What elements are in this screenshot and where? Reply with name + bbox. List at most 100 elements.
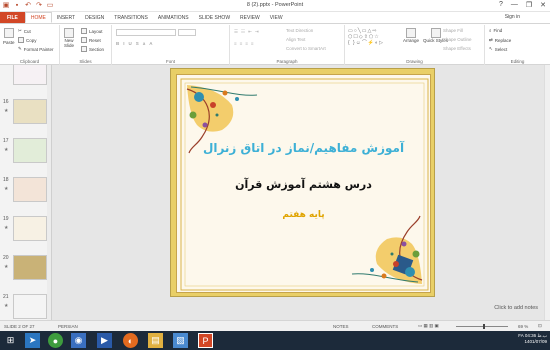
- shape-effects-button[interactable]: Shape Effects: [443, 46, 471, 51]
- minimize-button[interactable]: —: [511, 1, 518, 9]
- numbering-icon[interactable]: ☷: [241, 29, 245, 35]
- restore-button[interactable]: ❐: [526, 1, 532, 9]
- slide-grade[interactable]: پایه هفتم: [177, 210, 430, 220]
- zoom-slider-handle[interactable]: [483, 324, 485, 329]
- telegram-icon[interactable]: ➤: [25, 333, 40, 348]
- copy-icon: [18, 37, 24, 43]
- bullets-icon[interactable]: ☰: [234, 29, 238, 35]
- tray-date: 1401/07/09: [524, 339, 547, 344]
- underline-icon[interactable]: U: [129, 41, 132, 46]
- thumbnail-image: [13, 65, 47, 85]
- copy-button[interactable]: Copy: [18, 37, 37, 43]
- replace-icon: ⇄: [489, 37, 493, 42]
- network-app-icon[interactable]: ◉: [71, 333, 86, 348]
- tab-review[interactable]: REVIEW: [235, 12, 265, 23]
- justify-icon[interactable]: ≡: [251, 41, 254, 46]
- thumbnail-scrollbar[interactable]: [47, 65, 51, 320]
- alignment-buttons[interactable]: ≡ ≡ ≡ ≡: [234, 41, 254, 46]
- transition-star-icon: ★: [4, 225, 9, 231]
- editing-group: ⌕ Find ⇄ Replace ↖ Select Editing: [489, 28, 525, 64]
- firefox-icon[interactable]: ◐: [123, 333, 138, 348]
- new-slide-button[interactable]: New Slide: [64, 28, 74, 48]
- replace-button[interactable]: ⇄ Replace: [489, 37, 511, 43]
- language-indicator[interactable]: PERSIAN: [58, 324, 78, 329]
- arrange-button[interactable]: Arrange: [403, 28, 419, 43]
- tab-view[interactable]: VIEW: [265, 12, 288, 23]
- section-icon: [81, 46, 87, 52]
- paste-button[interactable]: Paste: [3, 28, 15, 45]
- list-buttons[interactable]: ☰ ☷ ⇤ ⇥: [234, 29, 259, 35]
- layout-button[interactable]: Layout: [81, 28, 103, 34]
- start-button-icon[interactable]: ⊞: [3, 333, 18, 348]
- shadow-icon[interactable]: a: [143, 41, 146, 46]
- notes-placeholder[interactable]: Click to add notes: [494, 305, 538, 311]
- tray-time: 04:36 ب.ظ: [524, 333, 547, 338]
- status-bar: SLIDE 2 OF 27 PERSIAN NOTES COMMENTS ▭ ▦…: [0, 320, 550, 331]
- view-buttons[interactable]: ▭ ▦ ▥ ▣: [418, 323, 439, 329]
- ribbon-tabs: FILE HOME INSERT DESIGN TRANSITIONS ANIM…: [0, 12, 550, 23]
- zoom-slider[interactable]: [456, 326, 508, 327]
- editor-scrollbar[interactable]: [544, 65, 550, 320]
- quick-styles-icon: [430, 28, 441, 38]
- slide-subtitle[interactable]: درس هشتم آموزش قرآن: [177, 178, 430, 191]
- select-button[interactable]: ↖ Select: [489, 46, 507, 52]
- strikethrough-icon[interactable]: S: [136, 41, 139, 46]
- font-name-box[interactable]: [116, 29, 176, 36]
- transition-star-icon: ★: [4, 264, 9, 270]
- new-slide-icon: [64, 28, 74, 38]
- window-title: 8 (2).pptx - PowerPoint: [246, 2, 304, 8]
- tab-home[interactable]: HOME: [24, 12, 52, 23]
- thumbnail-image: [13, 177, 47, 202]
- tab-file[interactable]: FILE: [0, 12, 25, 23]
- tab-insert[interactable]: INSERT: [52, 12, 80, 23]
- notes-button[interactable]: NOTES: [333, 324, 349, 329]
- shape-fill-button[interactable]: Shape Fill: [443, 28, 463, 33]
- tab-design[interactable]: DESIGN: [80, 12, 109, 23]
- reset-button[interactable]: Reset: [81, 37, 101, 43]
- current-slide[interactable]: آموزش مفاهیم/نماز در اتاق زنرال درس هشتم…: [170, 68, 435, 297]
- increase-indent-icon[interactable]: ⇥: [255, 29, 259, 35]
- cut-button[interactable]: ✂ Cut: [18, 28, 31, 34]
- font-size-box[interactable]: [178, 29, 196, 36]
- image-viewer-icon[interactable]: ▧: [173, 333, 188, 348]
- section-button[interactable]: Section: [81, 46, 104, 52]
- decrease-indent-icon[interactable]: ⇤: [248, 29, 252, 35]
- tab-animations[interactable]: ANIMATIONS: [153, 12, 194, 23]
- paste-icon: [3, 28, 14, 38]
- slide-title[interactable]: آموزش مفاهیم/نماز در اتاق زنرال: [177, 141, 430, 155]
- align-text-button[interactable]: Align Text: [286, 37, 305, 42]
- bold-icon[interactable]: B: [116, 41, 119, 46]
- align-left-icon[interactable]: ≡: [234, 41, 237, 46]
- italic-icon[interactable]: I: [123, 41, 124, 46]
- media-player-icon[interactable]: ▶: [97, 333, 112, 348]
- tab-slide-show[interactable]: SLIDE SHOW: [194, 12, 235, 23]
- zoom-level[interactable]: 69 %: [518, 324, 528, 329]
- help-button[interactable]: ?: [499, 1, 503, 9]
- tab-transitions[interactable]: TRANSITIONS: [109, 12, 153, 23]
- format-painter-button[interactable]: ✎ Format Painter: [18, 46, 54, 52]
- text-direction-button[interactable]: Text Direction: [286, 28, 313, 33]
- powerpoint-taskbar-icon[interactable]: P: [198, 333, 213, 348]
- shapes-gallery[interactable]: ▭○╲▭△⇨ ⬡☐◇⇧⬠☆{ }☺⌒⚡◐▷: [348, 28, 400, 52]
- system-tray: FA 04:36 ب.ظ 1401/07/09: [518, 333, 547, 345]
- find-button[interactable]: ⌕ Find: [489, 28, 502, 33]
- transition-star-icon: ★: [4, 186, 9, 192]
- align-center-icon[interactable]: ≡: [240, 41, 243, 46]
- font-format-buttons[interactable]: BIUSaA: [116, 41, 153, 46]
- font-color-icon[interactable]: A: [149, 41, 152, 46]
- drawing-group: ▭○╲▭△⇨ ⬡☐◇⇧⬠☆{ }☺⌒⚡◐▷ Arrange Quick Style…: [345, 25, 485, 65]
- sign-in-link[interactable]: Sign in: [505, 14, 520, 20]
- thumbnail-image: [13, 138, 47, 163]
- chrome-icon[interactable]: ●: [48, 333, 63, 348]
- tray-language[interactable]: FA: [518, 333, 523, 338]
- shape-outline-button[interactable]: Shape Outline: [443, 37, 472, 42]
- close-button[interactable]: ✕: [540, 1, 546, 9]
- windows-taskbar: ⊞ ➤ ● ◉ ▶ ◐ ▤ ▧ P FA 04:36 ب.ظ 1401/07/0…: [0, 331, 550, 350]
- convert-to-smartart-button[interactable]: Convert to SmartArt: [286, 46, 326, 51]
- align-right-icon[interactable]: ≡: [245, 41, 248, 46]
- file-explorer-icon[interactable]: ▤: [148, 333, 163, 348]
- comments-button[interactable]: COMMENTS: [372, 324, 398, 329]
- fit-slide-icon[interactable]: ⊡: [538, 323, 542, 329]
- thumbnail-image: [13, 216, 47, 241]
- thumbnail-image: [13, 99, 47, 124]
